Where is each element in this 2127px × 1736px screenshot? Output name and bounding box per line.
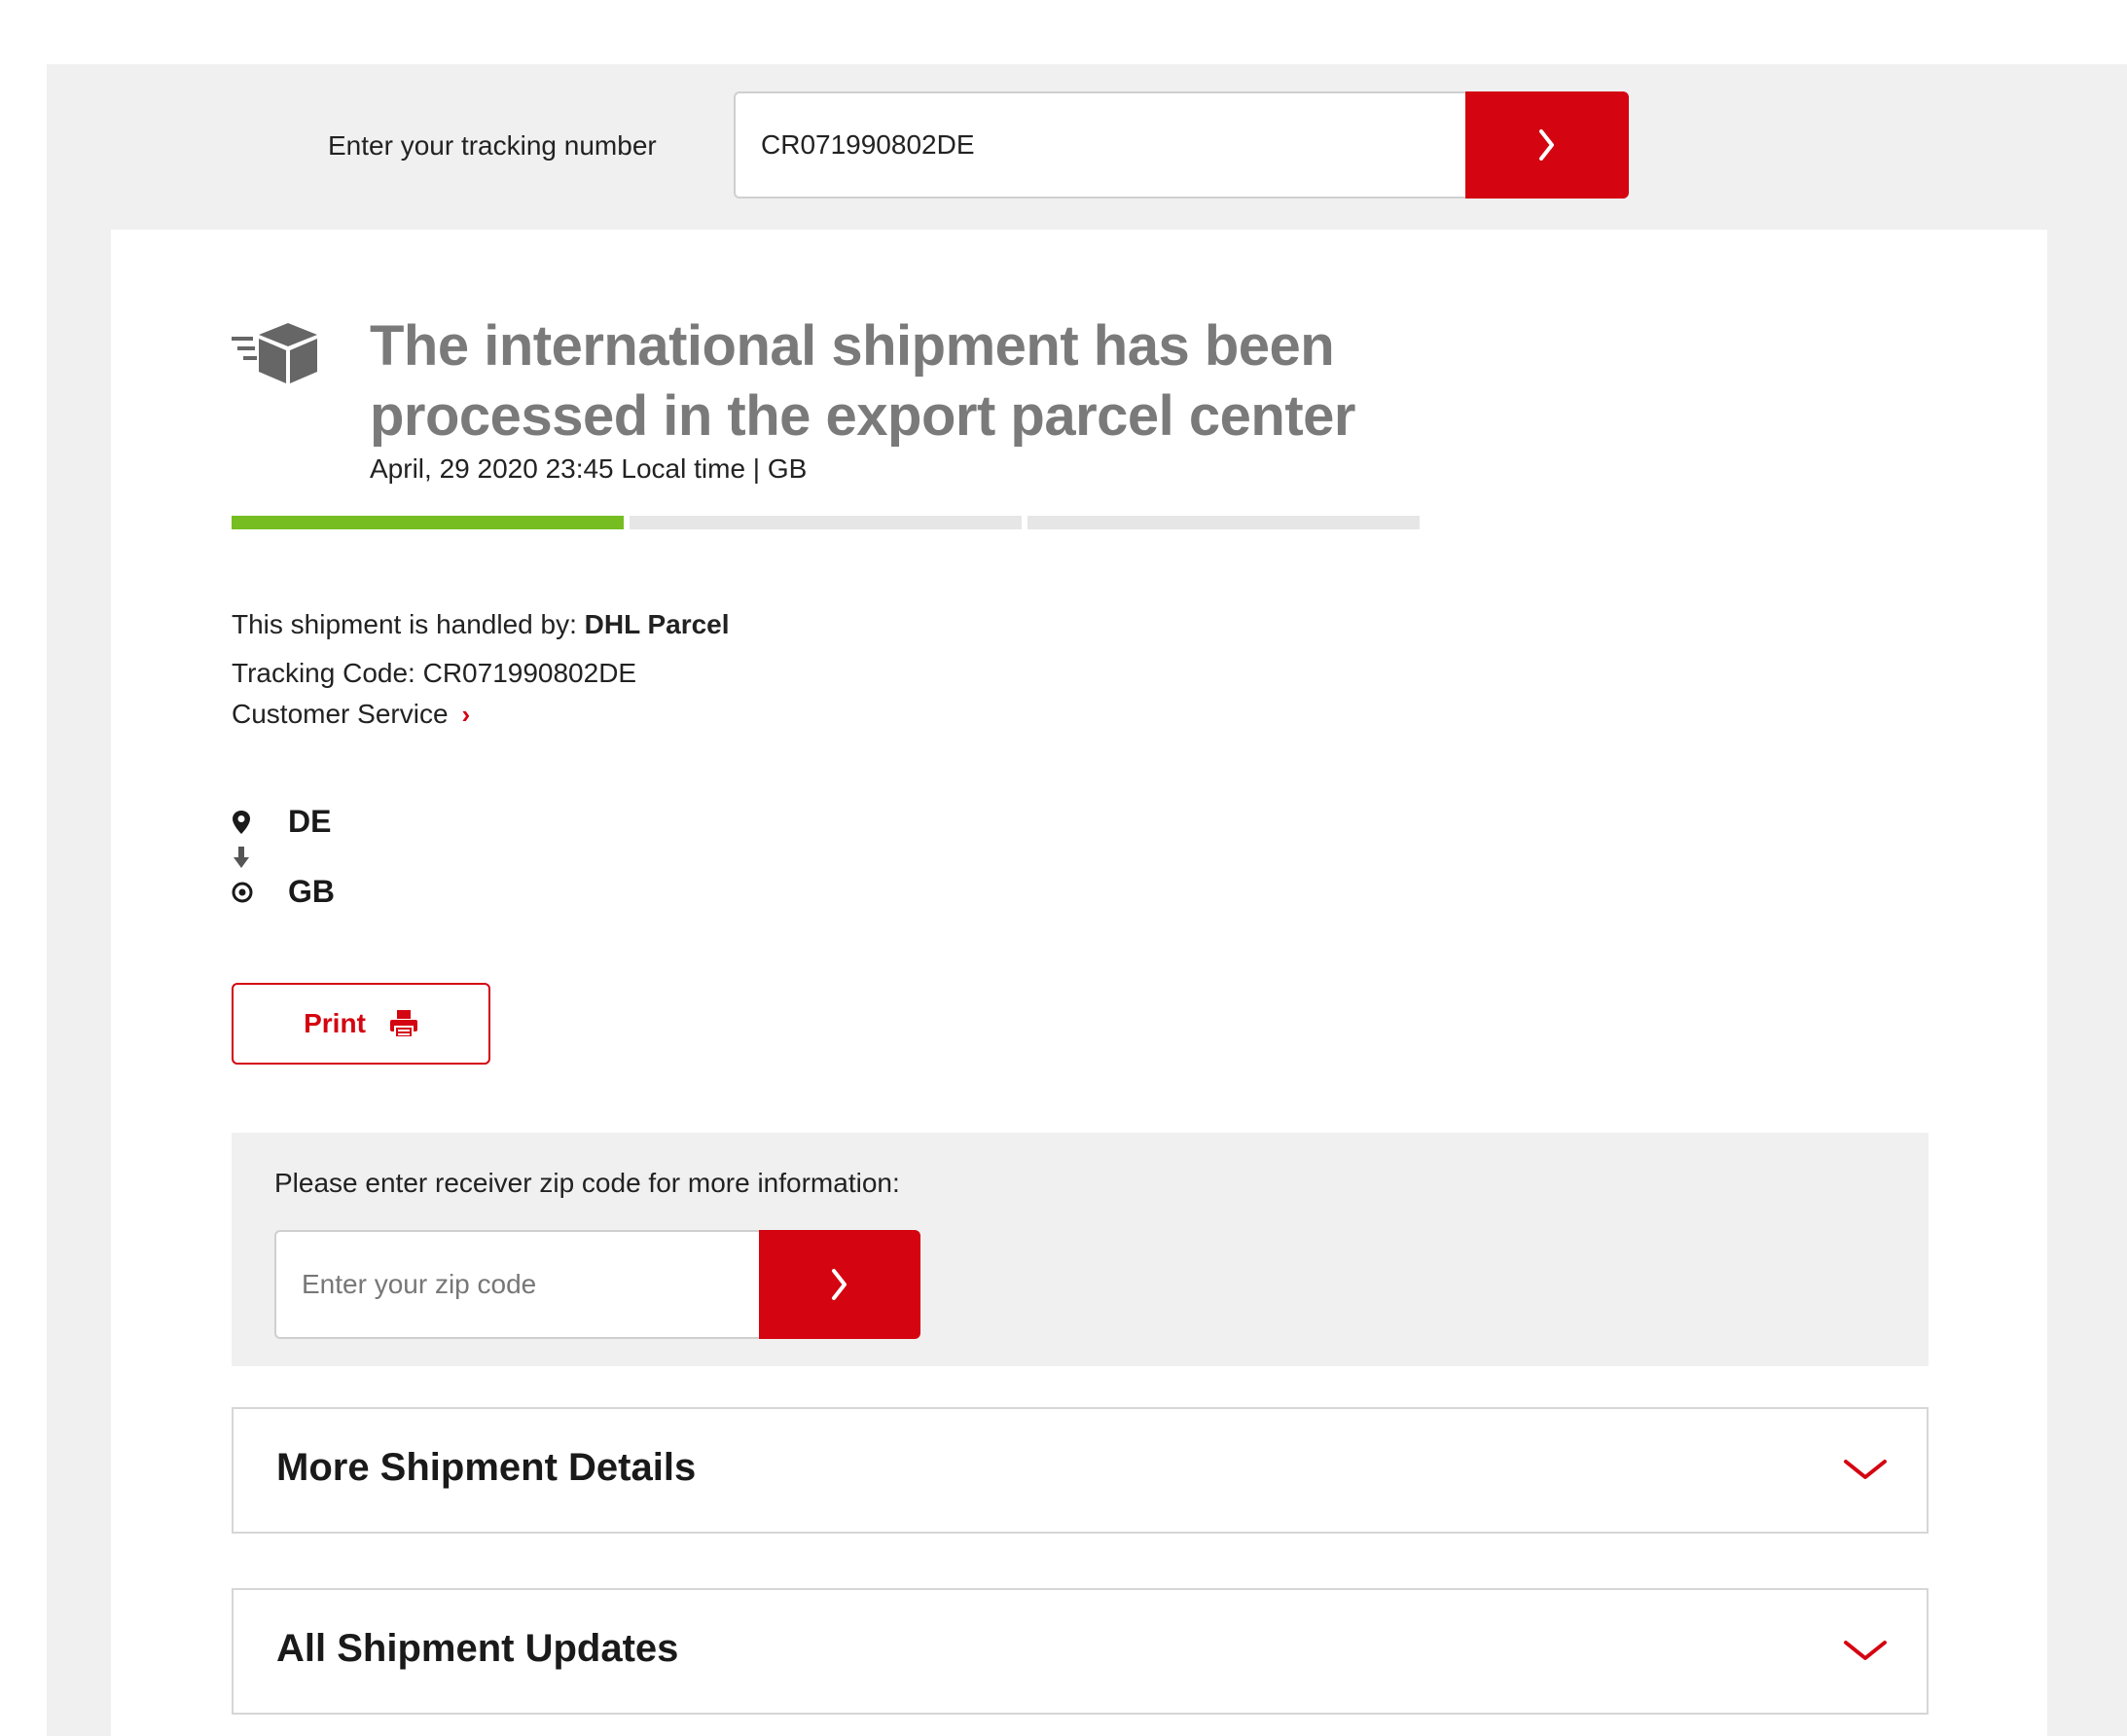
progress-step-2	[630, 516, 1022, 529]
handled-by-label: This shipment is handled by:	[232, 609, 577, 639]
chevron-right-icon	[832, 1269, 847, 1300]
print-button[interactable]: Print	[232, 983, 490, 1065]
zip-submit-button[interactable]	[759, 1230, 920, 1339]
zip-code-panel: Please enter receiver zip code for more …	[232, 1133, 1929, 1366]
accordion-title: More Shipment Details	[276, 1446, 697, 1489]
zip-code-placeholder: Enter your zip code	[302, 1269, 537, 1299]
location-pin-icon	[233, 811, 250, 834]
arrow-down-icon	[234, 847, 249, 868]
chevron-down-icon	[1844, 1460, 1887, 1479]
status-title: The international shipment has been proc…	[370, 314, 1355, 448]
chevron-right-icon: ›	[461, 700, 471, 729]
accordion-all-shipment-updates[interactable]: All Shipment Updates	[232, 1588, 1929, 1715]
route-destination: GB	[288, 874, 335, 909]
print-button-label: Print	[304, 1008, 366, 1038]
customer-service-link[interactable]: Customer Service ›	[232, 699, 470, 730]
destination-target-icon	[232, 882, 253, 903]
chevron-right-icon	[1539, 129, 1554, 161]
status-timestamp: April, 29 2020 23:45 Local time | GB	[370, 453, 808, 484]
progress-step-1	[232, 516, 624, 529]
page-header-strip	[0, 0, 2127, 64]
tracking-code-label: Tracking Code:	[232, 658, 415, 688]
handled-by-line: This shipment is handled by: DHL Parcel	[232, 609, 730, 640]
customer-service-label: Customer Service	[232, 699, 449, 729]
accordion-title: All Shipment Updates	[276, 1627, 679, 1670]
progress-step-3	[1027, 516, 1420, 529]
zip-code-input[interactable]: Enter your zip code	[274, 1230, 759, 1339]
printer-icon	[389, 1010, 417, 1038]
tracking-number-input[interactable]: CR071990802DE	[734, 91, 1465, 199]
tracking-number-value: CR071990802DE	[761, 129, 975, 160]
tracking-submit-button[interactable]	[1465, 91, 1629, 199]
shipment-progress-bar	[232, 516, 1420, 529]
tracking-code-line: Tracking Code: CR071990802DE	[232, 658, 636, 689]
accordion-more-shipment-details[interactable]: More Shipment Details	[232, 1407, 1929, 1534]
route-origin: DE	[288, 804, 332, 839]
chevron-down-icon	[1844, 1641, 1887, 1660]
zip-code-label: Please enter receiver zip code for more …	[274, 1168, 900, 1198]
shipment-package-icon	[232, 323, 317, 383]
tracking-code-value: CR071990802DE	[422, 658, 637, 688]
handled-by-value: DHL Parcel	[584, 609, 730, 639]
tracking-number-label: Enter your tracking number	[328, 130, 657, 161]
